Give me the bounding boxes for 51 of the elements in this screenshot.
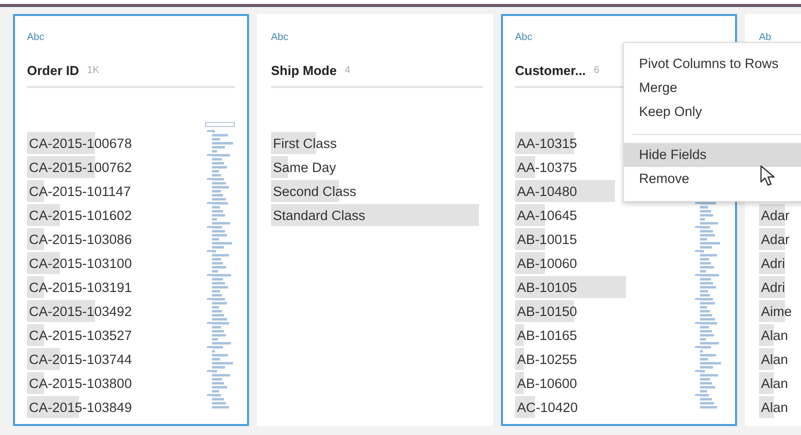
type-label: Abc xyxy=(27,32,46,45)
field-value[interactable]: AB-10015 xyxy=(515,232,578,246)
value-count: 1K xyxy=(87,64,100,76)
field-value[interactable]: CA-2015-100678 xyxy=(27,136,132,150)
field-value[interactable]: First Class xyxy=(271,136,337,150)
field-value[interactable]: CA-2015-103744 xyxy=(27,352,132,366)
field-value[interactable]: Same Day xyxy=(271,160,336,174)
type-label: Abc xyxy=(515,32,534,45)
field-value[interactable]: AC-10420 xyxy=(515,400,578,414)
field-value[interactable]: AB-10060 xyxy=(515,256,578,270)
field-value[interactable]: Adar xyxy=(759,208,790,222)
field-value[interactable]: Standard Class xyxy=(271,208,366,222)
field-value[interactable]: Alan xyxy=(759,328,788,342)
field-value[interactable]: AA-10645 xyxy=(515,208,578,222)
field-value[interactable]: CA-2015-103527 xyxy=(27,328,132,342)
column-name: Order ID xyxy=(27,62,80,78)
field-value[interactable]: Aime xyxy=(759,304,792,318)
field-value[interactable]: AA-10375 xyxy=(515,160,578,174)
field-value[interactable]: AB-10255 xyxy=(515,352,578,366)
menu-item[interactable]: Hide Fields xyxy=(624,143,801,167)
field-value[interactable]: Second Class xyxy=(271,184,356,198)
value-count: 4 xyxy=(344,64,350,76)
field-value[interactable]: CA-2015-103100 xyxy=(27,256,132,270)
field-value[interactable]: CA-2015-103849 xyxy=(27,400,132,414)
field-value[interactable]: Adar xyxy=(759,232,790,246)
field-value[interactable]: AB-10600 xyxy=(515,376,578,390)
cursor-icon xyxy=(760,165,776,187)
field-value[interactable]: CA-2015-101147 xyxy=(27,184,131,198)
column-name: Customer... xyxy=(515,62,586,78)
field-value[interactable]: Alan xyxy=(759,352,788,366)
type-label: Ab xyxy=(759,32,772,45)
field-value[interactable]: CA-2015-101602 xyxy=(27,208,132,222)
field-value[interactable]: CA-2015-103800 xyxy=(27,376,132,390)
field-value[interactable]: AB-10150 xyxy=(515,304,578,318)
field-value[interactable]: CA-2015-100762 xyxy=(27,160,132,174)
field-value[interactable]: AB-10105 xyxy=(515,280,578,294)
value-count: 6 xyxy=(594,64,600,76)
column-name: Ship Mode xyxy=(271,62,337,78)
field-value[interactable]: Alan xyxy=(759,400,788,414)
column-card[interactable]: Abc Order ID 1K CA-2015-100678 CA-2015-100762 CA-2015-101147 CA-2015-101602 CA-2015-103086 CA-2015-103100 CA-2015-103191 CA-2015-103492 CA-2015-103527 CA-2015-103744 CA-2015-103800 CA-2015-103849 xyxy=(13,14,249,426)
field-value[interactable]: Adri xyxy=(759,280,786,294)
type-label: Abc xyxy=(271,32,290,45)
field-value[interactable]: CA-2015-103492 xyxy=(27,304,132,318)
field-value[interactable]: AA-10480 xyxy=(515,184,578,198)
field-value[interactable]: Adri xyxy=(759,256,786,270)
column-card[interactable]: Abc Ship Mode 4 First Class Same Day Second Class Standard Class xyxy=(257,14,493,426)
field-value[interactable]: AB-10165 xyxy=(515,328,578,342)
field-value[interactable]: Alan xyxy=(759,376,788,390)
field-value[interactable]: CA-2015-103191 xyxy=(27,280,132,294)
field-value[interactable]: CA-2015-103086 xyxy=(27,232,132,246)
field-value[interactable]: AA-10315 xyxy=(515,136,578,150)
